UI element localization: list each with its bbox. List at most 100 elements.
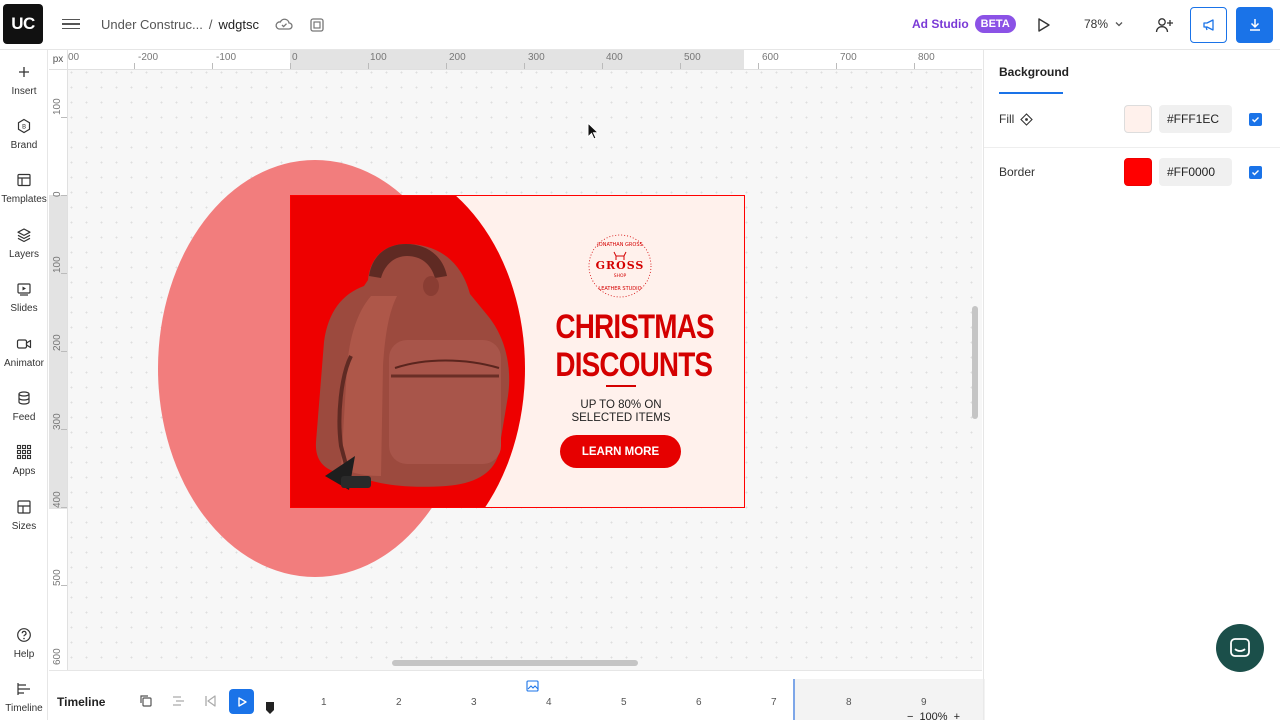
- ruler-unit: px: [49, 50, 68, 70]
- align-tracks-icon[interactable]: [170, 693, 186, 709]
- checkmark-icon: [1252, 116, 1259, 122]
- publish-button[interactable]: [1190, 7, 1227, 43]
- logo-top-text: JONATHAN GROSS: [596, 242, 642, 248]
- panel-divider: [984, 147, 1280, 148]
- beta-badge: BETA: [974, 15, 1016, 33]
- ruler-selection-highlight: [290, 50, 744, 69]
- timeline-end-marker[interactable]: [793, 679, 795, 720]
- layers-icon: [17, 228, 31, 243]
- fill-enabled-checkbox[interactable]: [1249, 112, 1262, 126]
- keyframe-diamond-icon[interactable]: [1020, 112, 1034, 126]
- logo-bottom-text: LEATHER STUDIO: [598, 286, 641, 292]
- ad-studio-button[interactable]: Ad Studio BETA: [912, 15, 1016, 33]
- fill-row: Fill #FFF1EC: [999, 104, 1269, 134]
- ruler-label: 200: [449, 52, 466, 63]
- sidebar-item-brand[interactable]: B Brand: [0, 118, 48, 151]
- timeline-tick: 4: [546, 697, 552, 708]
- backpack-image[interactable]: [311, 236, 516, 501]
- timeline-icon: [17, 683, 30, 695]
- subtext-line-2: SELECTED ITEMS: [571, 412, 671, 424]
- timeline-tick: 2: [396, 697, 402, 708]
- checkmark-icon: [1252, 169, 1259, 175]
- animator-icon: [16, 339, 32, 349]
- sidebar-item-apps[interactable]: Apps: [0, 444, 48, 477]
- fill-label-wrap: Fill: [999, 112, 1034, 126]
- chevron-down-icon: [1115, 22, 1123, 27]
- sidebar-item-sizes[interactable]: Sizes: [0, 499, 48, 532]
- ruler-label: 600: [52, 648, 63, 665]
- left-sidebar: Insert B Brand Templates Layers Slides A…: [0, 50, 48, 720]
- copy-icon[interactable]: [138, 693, 154, 709]
- chat-support-button[interactable]: [1216, 624, 1264, 672]
- skip-back-icon[interactable]: [202, 693, 218, 709]
- learn-more-button[interactable]: LEARN MORE: [560, 435, 681, 468]
- cloud-saved-icon[interactable]: [274, 15, 294, 35]
- timeline-panel: Timeline 1 2 3 4 5 6 7 8 9 − 100% +: [49, 670, 985, 720]
- sidebar-item-templates[interactable]: Templates: [0, 172, 48, 205]
- zoom-dropdown[interactable]: 78%: [1084, 17, 1124, 31]
- help-icon: [17, 628, 31, 642]
- add-user-icon[interactable]: [1154, 15, 1174, 35]
- ad-subtext[interactable]: UP TO 80% ON SELECTED ITEMS: [541, 399, 701, 425]
- ruler-label: 800: [918, 52, 935, 63]
- breadcrumb: Under Construc... / wdgtsc: [101, 17, 259, 32]
- ruler-label: 400: [52, 491, 63, 508]
- timeline-zoom: − 100% +: [907, 711, 960, 720]
- vertical-scrollbar[interactable]: [972, 306, 978, 419]
- ad-banner[interactable]: JONATHAN GROSS GROSS SHOP LEATHER STUDIO…: [290, 195, 745, 508]
- timeline-tick: 1: [321, 697, 327, 708]
- mouse-cursor-icon: [587, 122, 599, 140]
- vertical-ruler: 100 0 100 200 300 400 500 600: [49, 70, 68, 670]
- border-label: Border: [999, 165, 1036, 179]
- border-enabled-checkbox[interactable]: [1249, 165, 1262, 179]
- sidebar-item-label: Brand: [10, 140, 38, 151]
- top-bar: UC Under Construc... / wdgtsc Ad Studio …: [0, 0, 1280, 50]
- timeline-zoom-out-button[interactable]: −: [907, 711, 913, 720]
- headline-divider: [606, 385, 636, 387]
- horizontal-scrollbar[interactable]: [392, 660, 638, 666]
- sidebar-item-label: Animator: [3, 358, 44, 369]
- ruler-label: 400: [606, 52, 623, 63]
- headline-line-2: DISCOUNTS: [555, 346, 713, 384]
- sidebar-item-timeline[interactable]: Timeline: [0, 681, 48, 714]
- fill-hex-input[interactable]: #FFF1EC: [1159, 105, 1232, 133]
- ad-headline[interactable]: CHRISTMAS DISCOUNTS: [555, 308, 714, 384]
- breadcrumb-parent[interactable]: Under Construc...: [101, 17, 203, 32]
- hamburger-menu-icon[interactable]: [62, 15, 80, 33]
- svg-text:B: B: [22, 124, 26, 131]
- fill-color-swatch[interactable]: [1124, 105, 1152, 133]
- sidebar-item-feed[interactable]: Feed: [0, 390, 48, 423]
- sidebar-item-label: Slides: [10, 303, 38, 314]
- ruler-label: 100: [52, 256, 63, 273]
- sidebar-item-label: Help: [13, 649, 35, 660]
- timeline-play-button[interactable]: [229, 689, 254, 714]
- ruler-label: 0: [292, 52, 298, 63]
- playhead[interactable]: [265, 701, 275, 715]
- sidebar-item-insert[interactable]: Insert: [0, 64, 48, 97]
- sidebar-item-help[interactable]: Help: [0, 627, 48, 660]
- border-color-swatch[interactable]: [1124, 158, 1152, 186]
- border-hex-input[interactable]: #FF0000: [1159, 158, 1232, 186]
- sidebar-item-slides[interactable]: Slides: [0, 281, 48, 314]
- play-preview-icon[interactable]: [1033, 15, 1053, 35]
- download-button[interactable]: [1236, 7, 1273, 43]
- sidebar-item-animator[interactable]: Animator: [0, 336, 48, 369]
- subtext-line-1: UP TO 80% ON: [580, 399, 662, 411]
- tab-background[interactable]: Background: [999, 65, 1069, 94]
- share-preview-icon[interactable]: [307, 15, 327, 35]
- sidebar-item-layers[interactable]: Layers: [0, 227, 48, 260]
- ruler-label: 500: [684, 52, 701, 63]
- ruler-label: 200: [52, 334, 63, 351]
- play-icon: [237, 696, 247, 707]
- sidebar-item-label: Templates: [1, 194, 47, 205]
- ad-studio-label: Ad Studio: [912, 17, 969, 31]
- download-icon: [1249, 19, 1260, 31]
- breadcrumb-current[interactable]: wdgtsc: [219, 17, 259, 32]
- timeline-zoom-in-button[interactable]: +: [954, 711, 960, 720]
- app-logo[interactable]: UC: [3, 4, 43, 44]
- timeline-tick: 9: [921, 697, 927, 708]
- zoom-value: 78%: [1084, 17, 1109, 31]
- sidebar-item-label: Timeline: [5, 703, 43, 714]
- timeline-ruler[interactable]: 1 2 3 4 5 6 7 8 9: [269, 679, 985, 720]
- brand-icon: B: [17, 118, 31, 134]
